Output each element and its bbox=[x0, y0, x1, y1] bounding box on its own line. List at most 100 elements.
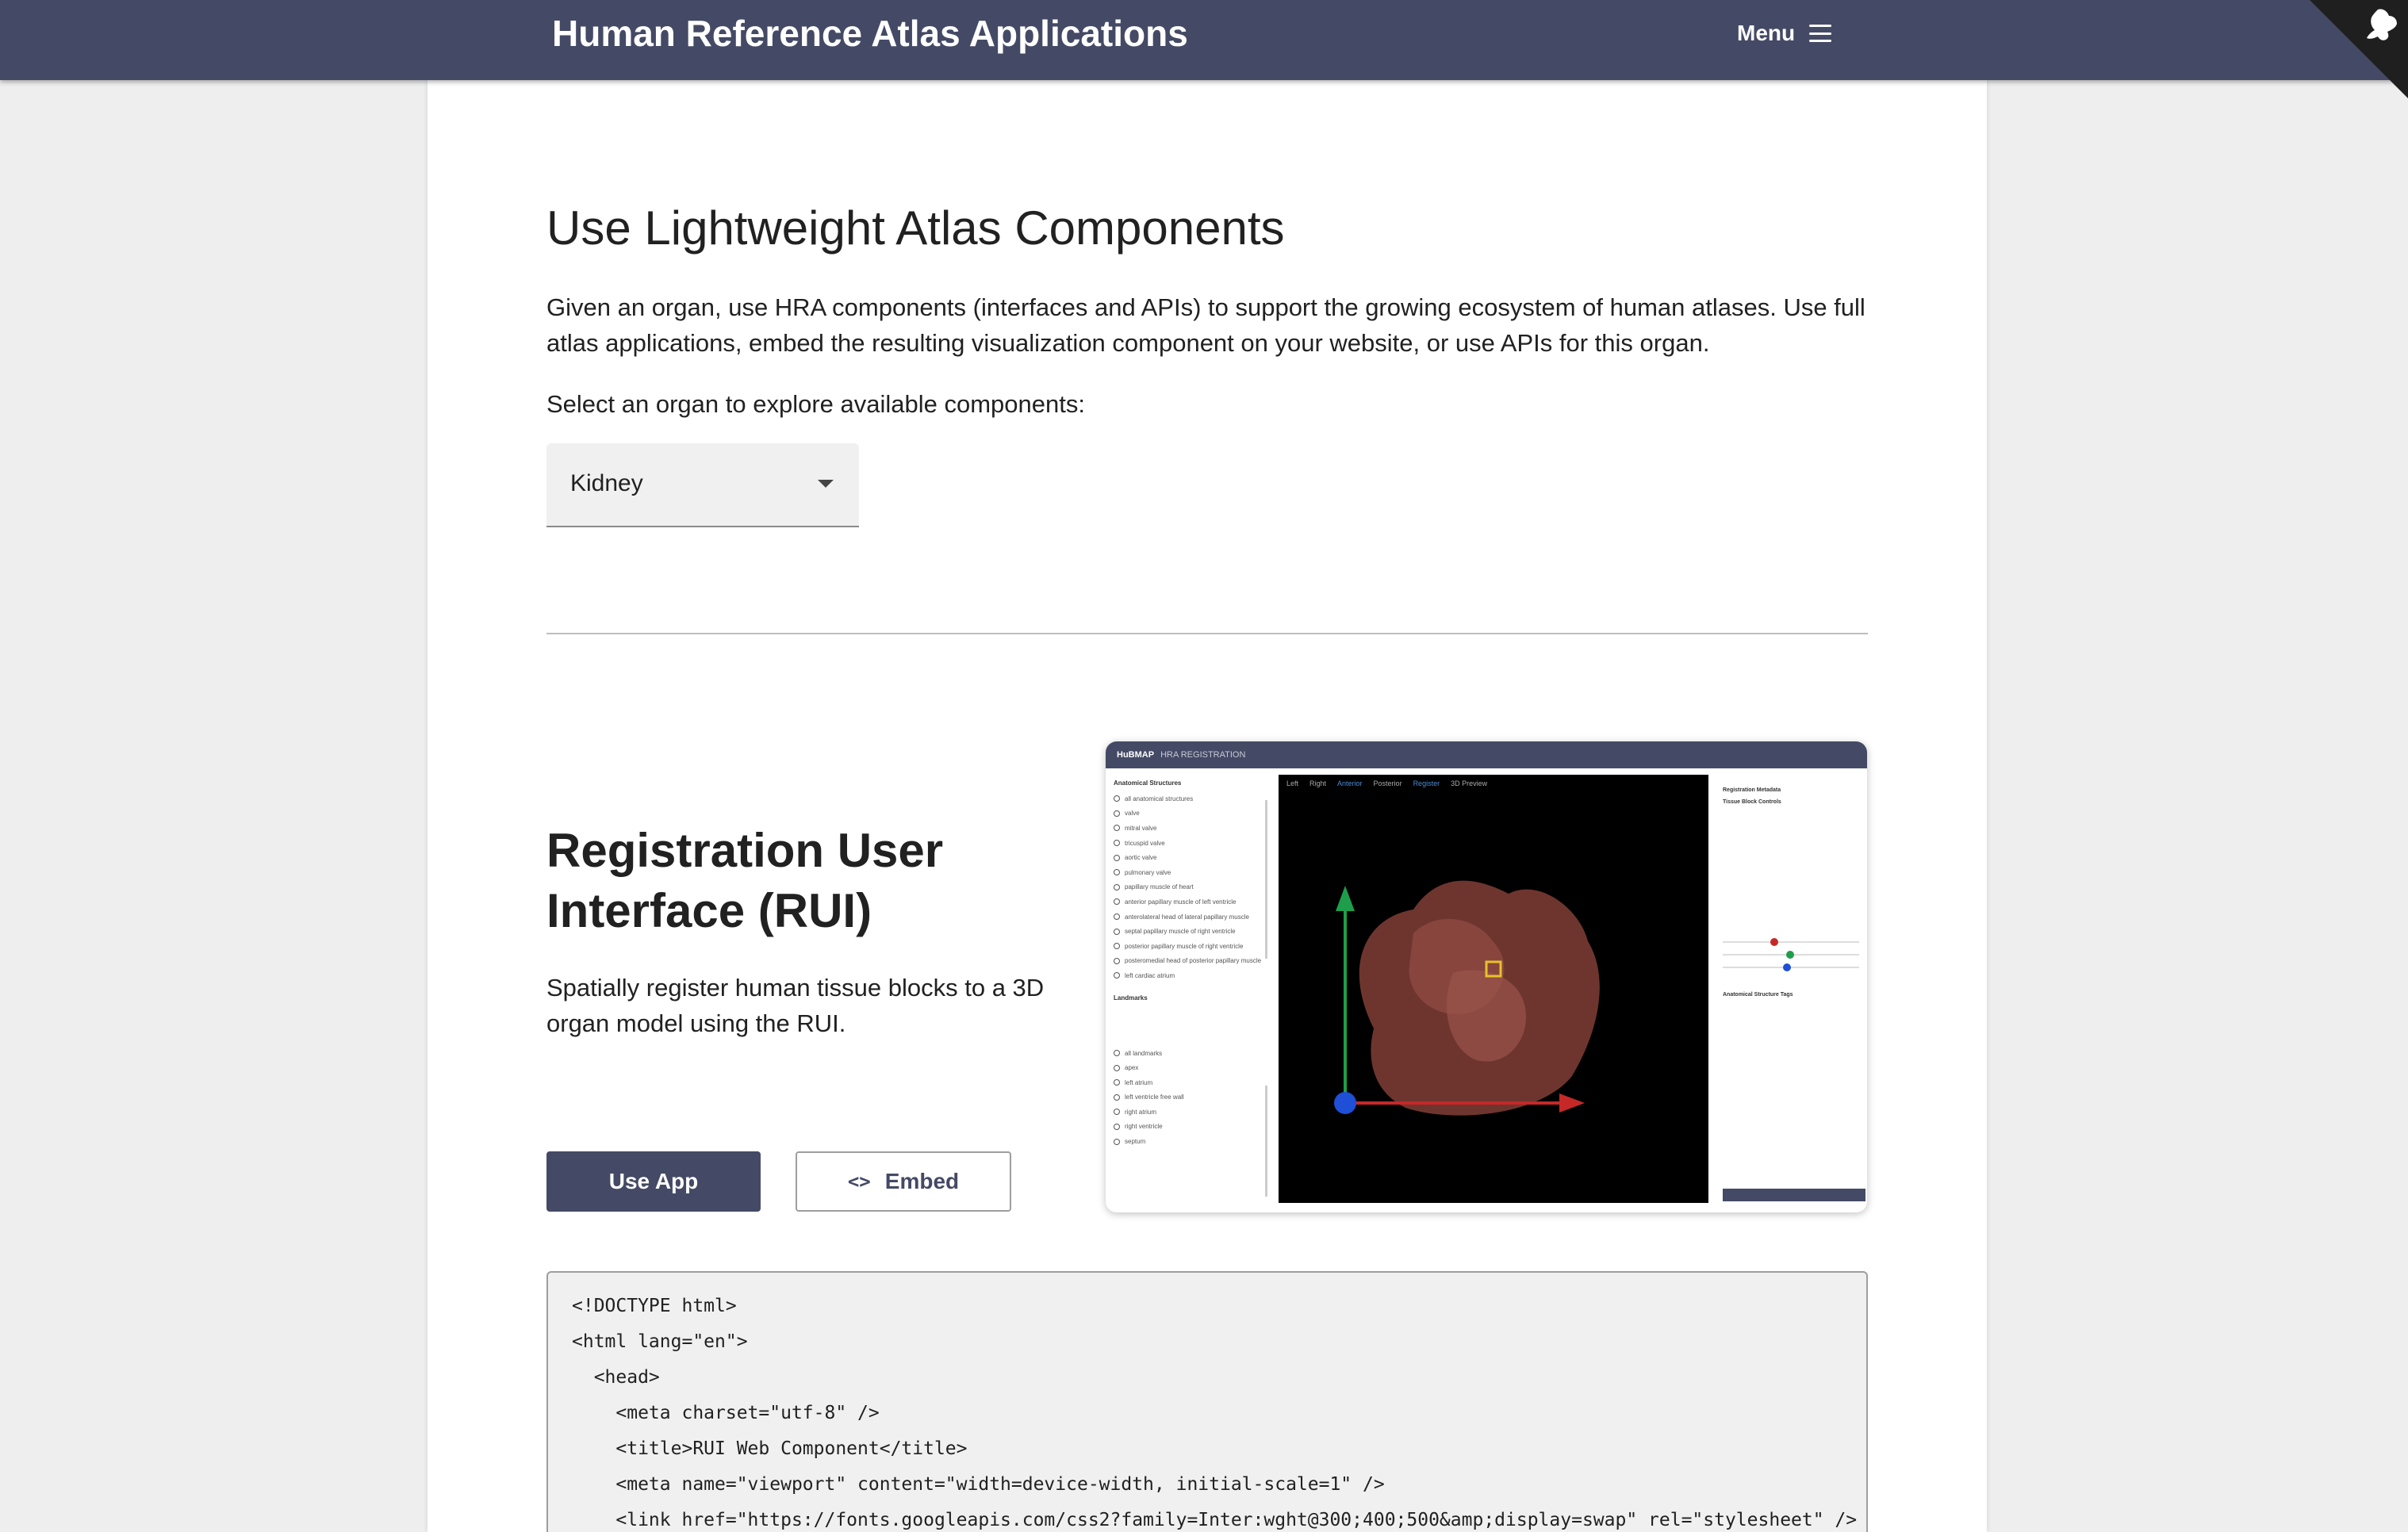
radio-icon bbox=[1114, 869, 1120, 876]
radio-icon bbox=[1114, 1064, 1120, 1071]
code-line: <link href="https://fonts.googleapis.com… bbox=[572, 1510, 1858, 1530]
radio-icon bbox=[1114, 943, 1120, 950]
radio-icon bbox=[1114, 928, 1120, 935]
preview-landmark-item-label: septum bbox=[1125, 1138, 1146, 1146]
preview-landmark-item-label: all landmarks bbox=[1125, 1049, 1163, 1057]
preview-landmark-item: left ventricle free wall bbox=[1114, 1090, 1264, 1105]
top-app-bar: Human Reference Atlas Applications Menu bbox=[0, 0, 2408, 80]
menu-label: Menu bbox=[1737, 21, 1796, 45]
preview-left-panel: Anatomical Structures all anatomical str… bbox=[1106, 768, 1272, 1212]
preview-structure-item-label: all anatomical structures bbox=[1125, 795, 1194, 802]
preview-brand: HuBMAP bbox=[1117, 750, 1155, 760]
preview-3d-viewport: Left Right Anterior Posterior Register 3D Pre… bbox=[1279, 775, 1708, 1203]
embed-code-block[interactable]: <!DOCTYPE html> <html lang="en"> <head> <… bbox=[546, 1271, 1868, 1532]
section-divider bbox=[546, 633, 1868, 634]
preview-landmark-item: septum bbox=[1114, 1134, 1264, 1149]
preview-structure-item-label: mitral valve bbox=[1125, 824, 1157, 832]
preview-metadata-heading: Registration Metadata bbox=[1723, 787, 1781, 793]
github-corner-icon[interactable] bbox=[2310, 0, 2408, 98]
preview-structures-list: all anatomical structures valve mitral val… bbox=[1114, 791, 1264, 983]
preview-structure-item: mitral valve bbox=[1114, 821, 1264, 836]
preview-structure-item-label: papillary muscle of heart bbox=[1125, 883, 1194, 891]
radio-icon bbox=[1114, 972, 1120, 979]
preview-structure-item-label: anterolateral head of lateral papillary … bbox=[1125, 913, 1249, 921]
preview-structure-item: left cardiac atrium bbox=[1114, 968, 1264, 983]
preview-heart-model bbox=[1334, 880, 1600, 1116]
radio-icon bbox=[1114, 825, 1120, 832]
radio-icon bbox=[1114, 957, 1120, 964]
preview-landmarks-list: all landmarks apex left atrium left ventric… bbox=[1114, 1046, 1264, 1149]
preview-structure-item-label: pulmonary valve bbox=[1125, 868, 1171, 876]
radio-icon bbox=[1114, 898, 1120, 906]
organ-select[interactable]: Kidney bbox=[546, 443, 859, 527]
preview-structure-item: posteromedial head of posterior papillar… bbox=[1114, 954, 1264, 969]
radio-icon bbox=[1114, 1109, 1120, 1116]
preview-structure-item: septal papillary muscle of right ventric… bbox=[1114, 924, 1264, 939]
radio-icon bbox=[1114, 1123, 1120, 1130]
use-app-button[interactable]: Use App bbox=[546, 1151, 761, 1212]
radio-icon bbox=[1114, 1093, 1120, 1101]
preview-landmark-item: left atrium bbox=[1114, 1075, 1264, 1090]
preview-structure-item: tricuspid valve bbox=[1114, 836, 1264, 851]
preview-structure-item: aortic valve bbox=[1114, 850, 1264, 865]
preview-structure-item: valve bbox=[1114, 806, 1264, 822]
preview-tags-heading: Anatomical Structure Tags bbox=[1723, 992, 1793, 998]
preview-structures-heading: Anatomical Structures bbox=[1114, 779, 1182, 787]
preview-landmark-item-label: right ventricle bbox=[1125, 1123, 1163, 1131]
preview-structure-item-label: tricuspid valve bbox=[1125, 839, 1165, 847]
code-line: <head> bbox=[572, 1367, 660, 1388]
preview-structure-item: anterior papillary muscle of left ventri… bbox=[1114, 894, 1264, 910]
radio-icon bbox=[1114, 840, 1120, 847]
preview-structure-item-label: aortic valve bbox=[1125, 854, 1157, 862]
intro-paragraph: Given an organ, use HRA components (inte… bbox=[546, 293, 1865, 357]
preview-structure-item: papillary muscle of heart bbox=[1114, 880, 1264, 895]
code-line: <!DOCTYPE html> bbox=[572, 1296, 737, 1316]
preview-app-name: HRA REGISTRATION bbox=[1160, 750, 1246, 760]
preview-structure-item: pulmonary valve bbox=[1114, 865, 1264, 880]
preview-landmark-item-label: left atrium bbox=[1125, 1078, 1153, 1086]
rui-preview-image[interactable]: HuBMAP HRA REGISTRATION Anatomical Struc… bbox=[1106, 741, 1867, 1212]
hamburger-icon bbox=[1809, 25, 1832, 42]
app-title[interactable]: Human Reference Atlas Applications bbox=[552, 13, 1188, 54]
radio-icon bbox=[1114, 1050, 1120, 1057]
preview-structure-item-label: anterior papillary muscle of left ventri… bbox=[1125, 898, 1237, 906]
radio-icon bbox=[1114, 1079, 1120, 1086]
code-line: <meta name="viewport" content="width=dev… bbox=[572, 1474, 1385, 1495]
main-card: Use Lightweight Atlas Components Given a… bbox=[428, 80, 1987, 1532]
preview-structure-item-label: septal papillary muscle of right ventric… bbox=[1125, 928, 1236, 936]
organ-select-value: Kidney bbox=[570, 470, 643, 496]
preview-controls-heading: Tissue Block Controls bbox=[1723, 799, 1781, 805]
section-heading: Use Lightweight Atlas Components bbox=[546, 201, 1285, 255]
code-line: <html lang="en"> bbox=[572, 1331, 748, 1352]
preview-structure-item: posterior papillary muscle of right vent… bbox=[1114, 939, 1264, 954]
preview-structure-item-label: posteromedial head of posterior papillar… bbox=[1125, 957, 1262, 965]
preview-landmark-item: all landmarks bbox=[1114, 1046, 1264, 1061]
rui-description: Spatially register human tissue blocks t… bbox=[546, 974, 1045, 1037]
preview-landmark-item-label: apex bbox=[1125, 1064, 1139, 1072]
preview-structure-item: all anatomical structures bbox=[1114, 791, 1264, 806]
preview-landmarks-heading: Landmarks bbox=[1114, 994, 1148, 1002]
rui-title: Registration User Interface (RUI) bbox=[546, 824, 944, 937]
preview-landmark-item: apex bbox=[1114, 1060, 1264, 1075]
preview-landmark-item-label: left ventricle free wall bbox=[1125, 1093, 1184, 1101]
menu-button[interactable]: Menu bbox=[1737, 17, 1832, 49]
code-icon: <> bbox=[847, 1170, 871, 1193]
radio-icon bbox=[1114, 795, 1120, 802]
radio-icon bbox=[1114, 810, 1120, 817]
radio-icon bbox=[1114, 1138, 1120, 1145]
embed-label: Embed bbox=[884, 1169, 960, 1193]
preview-download-button bbox=[1723, 1189, 1865, 1201]
preview-landmark-item: right atrium bbox=[1114, 1105, 1264, 1120]
preview-structure-item-label: valve bbox=[1125, 810, 1140, 818]
radio-icon bbox=[1114, 913, 1120, 921]
preview-header: HuBMAP HRA REGISTRATION bbox=[1106, 741, 1867, 768]
preview-structure-item-label: left cardiac atrium bbox=[1125, 971, 1175, 979]
preview-right-panel: Registration Metadata Tissue Block Contr… bbox=[1715, 768, 1867, 1212]
radio-icon bbox=[1114, 883, 1120, 890]
code-line: <meta charset="utf-8" /> bbox=[572, 1403, 880, 1423]
radio-icon bbox=[1114, 854, 1120, 861]
dropdown-arrow-icon bbox=[818, 480, 834, 488]
embed-button[interactable]: <> Embed bbox=[796, 1151, 1011, 1212]
preview-structure-item-label: posterior papillary muscle of right vent… bbox=[1125, 942, 1244, 950]
preview-structure-item: anterolateral head of lateral papillary … bbox=[1114, 910, 1264, 925]
